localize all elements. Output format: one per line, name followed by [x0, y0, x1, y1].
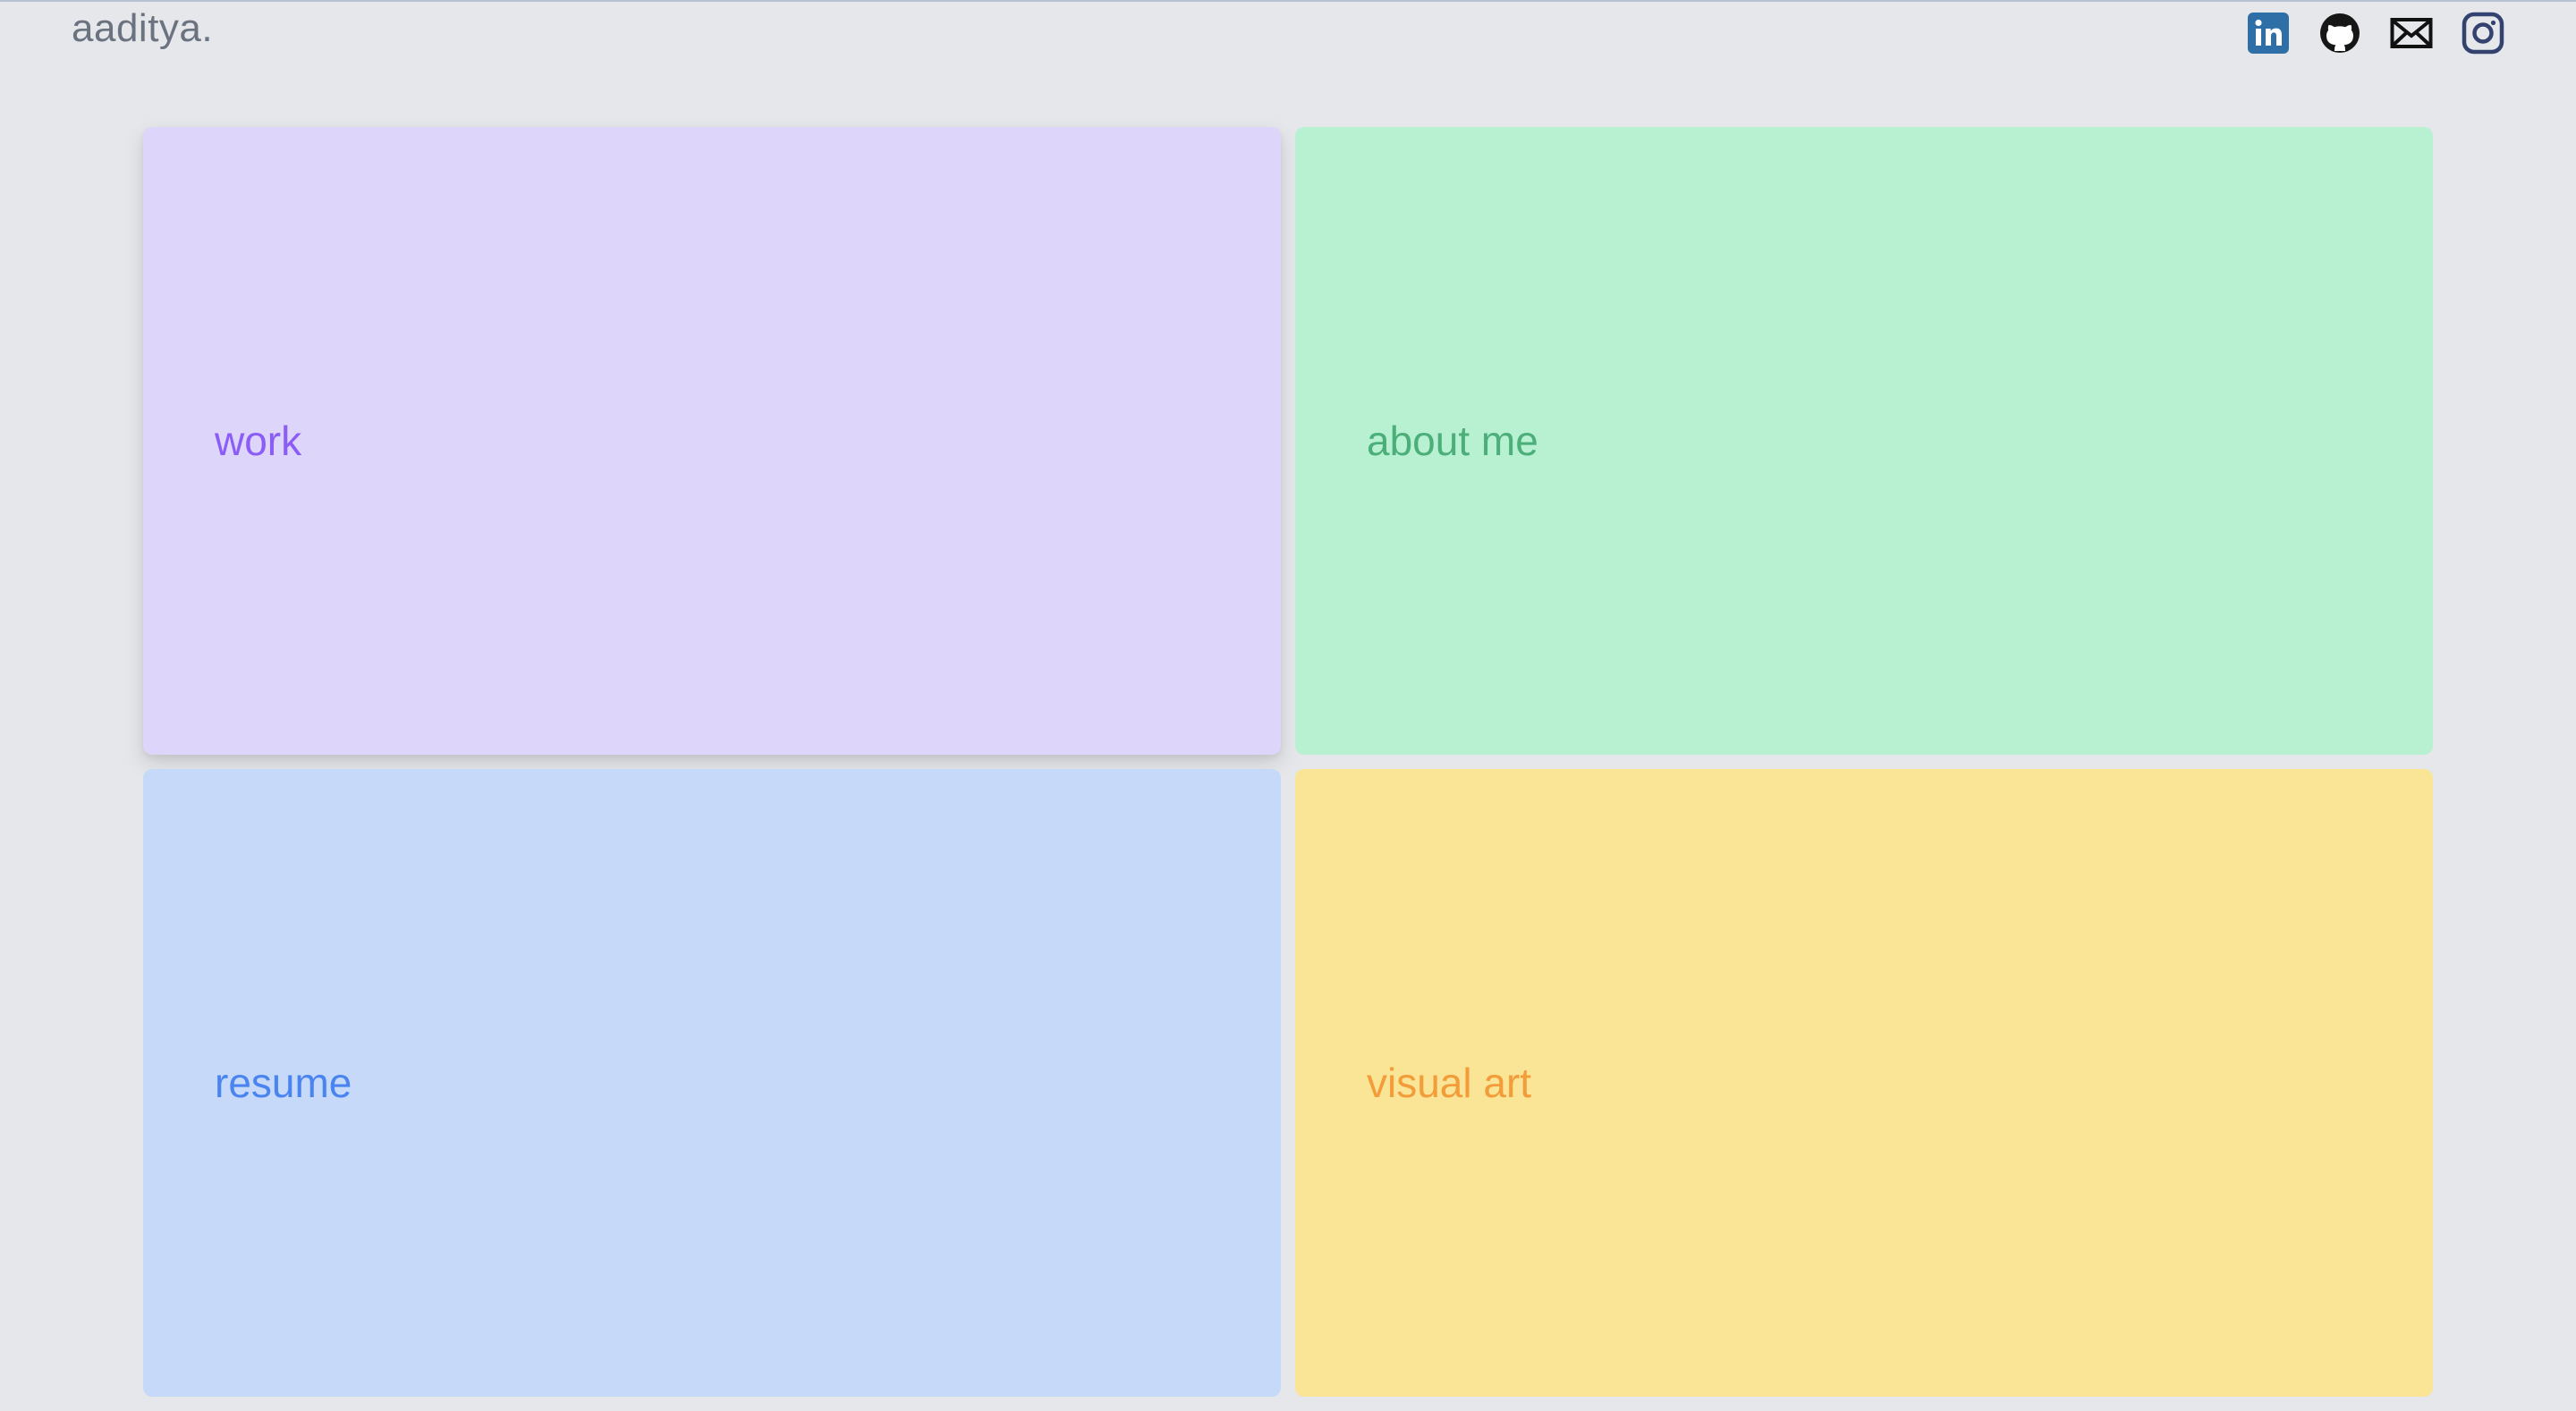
- github-icon: [2320, 13, 2360, 53]
- about-me-card[interactable]: about me: [1295, 127, 2433, 755]
- linkedin-icon: [2248, 13, 2289, 54]
- visual-art-card[interactable]: visual art: [1295, 769, 2433, 1397]
- mail-icon: [2390, 18, 2433, 48]
- about-me-card-label: about me: [1367, 418, 1538, 464]
- work-card[interactable]: work: [143, 127, 1281, 755]
- email-link[interactable]: [2390, 12, 2433, 55]
- section-grid: work about me resume visual art: [143, 127, 2433, 1397]
- github-link[interactable]: [2318, 12, 2361, 55]
- resume-card-label: resume: [215, 1060, 352, 1106]
- instagram-icon: [2462, 12, 2504, 55]
- site-logo-link[interactable]: aaditya.: [72, 5, 213, 52]
- social-links: [2247, 12, 2504, 55]
- instagram-link[interactable]: [2462, 12, 2504, 55]
- resume-card[interactable]: resume: [143, 769, 1281, 1397]
- work-card-label: work: [215, 418, 302, 464]
- visual-art-card-label: visual art: [1367, 1060, 1532, 1106]
- top-border: [0, 0, 2576, 2]
- linkedin-link[interactable]: [2247, 12, 2290, 55]
